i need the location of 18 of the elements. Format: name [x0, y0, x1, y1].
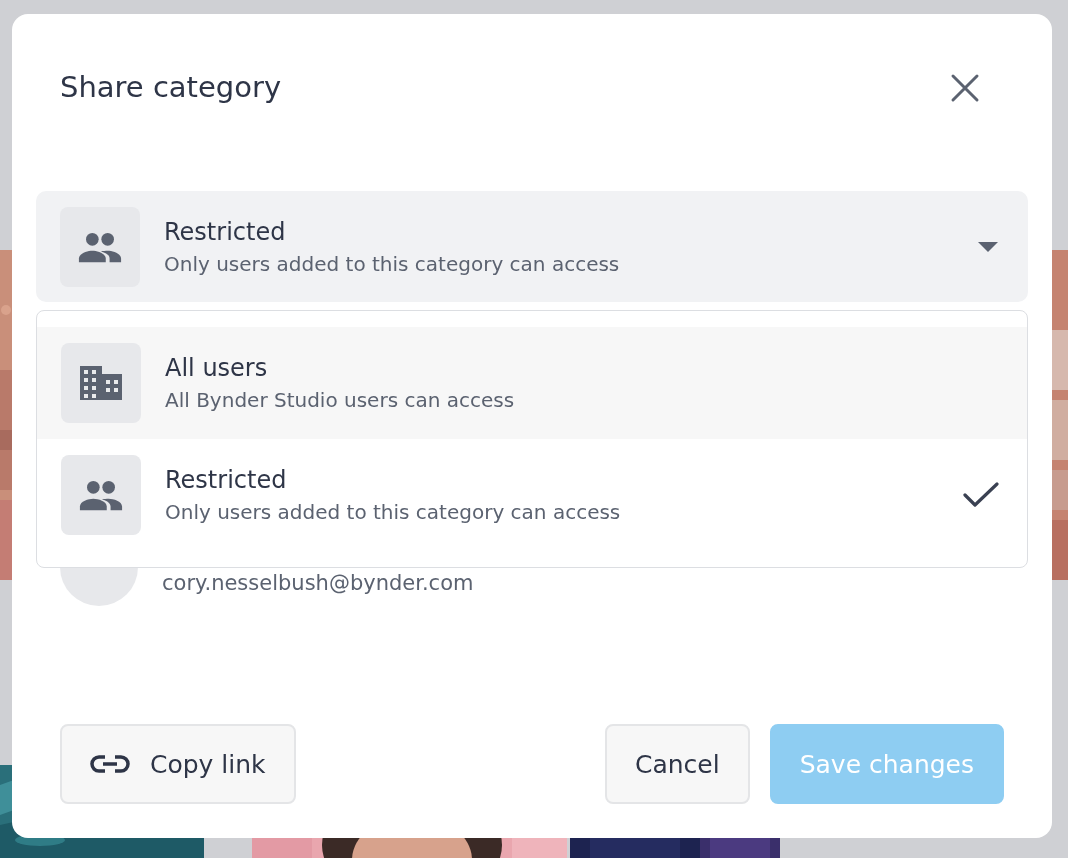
dialog-title: Share category [60, 70, 282, 104]
dropdown-option[interactable]: All users All Bynder Studio users can access [37, 327, 1027, 439]
option-label: All users [165, 354, 269, 382]
link-icon [90, 754, 130, 774]
option-description: All Bynder Studio users can access [165, 388, 516, 412]
cancel-button[interactable]: Cancel [604, 724, 750, 804]
close-button[interactable] [950, 73, 980, 103]
member-email: cory.nesselbush@bynder.com [162, 571, 475, 595]
select-description: Only users added to this category can access [164, 251, 621, 276]
access-select[interactable]: Restricted Only users added to this category can access [36, 191, 1028, 302]
option-description: Only users added to this category can access [165, 500, 622, 524]
select-label: Restricted [164, 217, 287, 246]
people-icon [78, 479, 124, 511]
option-label: Restricted [165, 466, 288, 494]
building-icon [80, 366, 122, 400]
copy-link-button[interactable]: Copy link [60, 724, 296, 804]
people-icon [77, 230, 123, 263]
checkmark-icon [963, 482, 999, 508]
